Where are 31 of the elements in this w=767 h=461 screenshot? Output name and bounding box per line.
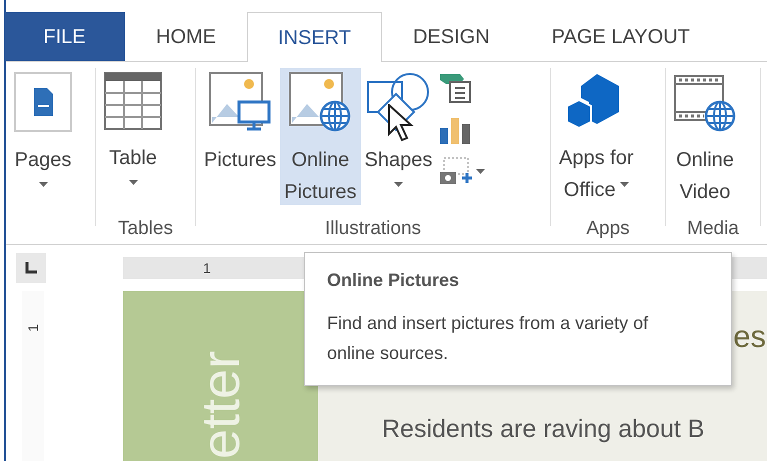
ribbon-tab[interactable]: HOME bbox=[125, 12, 247, 61]
video-icon bbox=[674, 72, 736, 132]
ribbon-tab[interactable]: DESIGN bbox=[382, 12, 521, 61]
group-label: Media bbox=[686, 218, 740, 241]
ribbon-tab[interactable]: FILE bbox=[4, 12, 125, 61]
ribbon-tab[interactable]: INSERT bbox=[247, 12, 382, 62]
tooltip-text: Find and insert pictures from a variety of online sources. bbox=[327, 312, 650, 365]
group-label: Apps bbox=[585, 218, 631, 241]
sidebar-text: etter bbox=[194, 350, 248, 459]
ribbon-button[interactable]: Pages bbox=[10, 68, 76, 205]
table-icon bbox=[104, 72, 162, 130]
smartart-icon bbox=[438, 72, 472, 104]
tab-stop-selector[interactable] bbox=[16, 253, 46, 283]
picture-icon bbox=[209, 72, 272, 132]
ribbon-button[interactable]: Online Pictures bbox=[280, 68, 360, 205]
tooltip-title: Online Pictures bbox=[327, 269, 460, 292]
ribbon-button[interactable]: Apps for Office bbox=[555, 68, 638, 205]
ruler-number: 1 bbox=[26, 324, 40, 332]
ribbon-button[interactable]: Online Video bbox=[670, 68, 740, 205]
online-picture-icon bbox=[289, 72, 352, 132]
tab-stop-icon bbox=[25, 262, 37, 274]
ribbon-tab[interactable]: PAGE LAYOUT bbox=[520, 12, 721, 61]
ribbon-button[interactable]: Table bbox=[100, 68, 166, 205]
document-heading: es bbox=[733, 321, 766, 352]
ribbon-button[interactable]: Pictures bbox=[200, 68, 280, 205]
page-icon bbox=[14, 72, 72, 132]
group-label: Illustrations bbox=[324, 218, 422, 241]
ruler-number: 1 bbox=[203, 258, 211, 278]
cursor-icon bbox=[388, 104, 414, 142]
body-text: Residents are raving about B bbox=[382, 414, 704, 445]
group-label: Tables bbox=[117, 218, 174, 241]
